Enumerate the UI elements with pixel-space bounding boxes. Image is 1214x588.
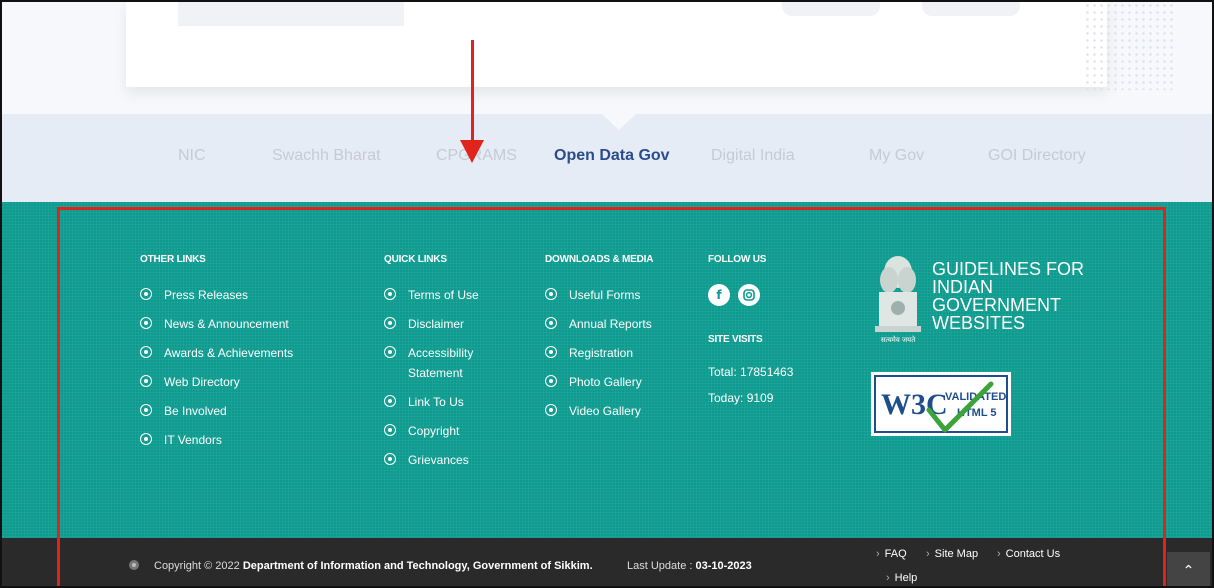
strip-notch: [602, 114, 636, 130]
copyright-text: Copyright © 2022 Department of Informati…: [154, 560, 593, 572]
external-links-strip: NIC Swachh Bharat CPGRAMS Open Data Gov …: [2, 114, 1212, 202]
radio-bullet-icon: [384, 395, 396, 407]
content-card: [126, 2, 1107, 87]
radio-bullet-icon: [140, 346, 152, 358]
total-visits: Total: 17851463: [708, 365, 794, 379]
radio-bullet-icon: [140, 433, 152, 445]
other-links-heading: OTHER LINKS: [140, 254, 206, 265]
radio-bullet-icon: [140, 317, 152, 329]
w3c-validated-badge[interactable]: W3C VALIDATED HTML 5: [871, 372, 1011, 436]
card-button-placeholder: [922, 2, 1020, 16]
footer-bottom-bar: Copyright © 2022 Department of Informati…: [2, 538, 1212, 586]
follow-us-heading: FOLLOW US: [708, 254, 767, 265]
card-placeholder: [178, 2, 404, 26]
chevron-up-icon: ⌃: [1182, 563, 1195, 579]
footer-link-be-involved[interactable]: Be Involved: [140, 404, 293, 418]
footer-link-help[interactable]: › Help: [886, 572, 917, 584]
guidelines-line: GUIDELINES FOR: [932, 259, 1085, 279]
strip-link-nic[interactable]: NIC: [178, 147, 206, 165]
guidelines-link[interactable]: GUIDELINES FOR INDIAN GOVERNMENT WEBSITE…: [932, 260, 1092, 332]
radio-bullet-icon: [384, 346, 396, 358]
footer-link-news[interactable]: News & Announcement: [140, 317, 293, 331]
decorative-dots: [1084, 2, 1174, 90]
radio-bullet-icon: [384, 453, 396, 465]
annotation-arrow-head-icon: [460, 140, 484, 163]
downloads-heading: DOWNLOADS & MEDIA: [545, 254, 654, 265]
strip-link-goi-directory[interactable]: GOI Directory: [988, 147, 1086, 165]
footer-link-awards[interactable]: Awards & Achievements: [140, 346, 293, 360]
radio-bullet-icon: [140, 288, 152, 300]
instagram-icon[interactable]: [738, 284, 760, 306]
national-emblem-icon: सत्यमेव जयते: [869, 254, 927, 350]
chevron-right-icon: ›: [926, 548, 930, 560]
site-visits-heading: SITE VISITS: [708, 334, 763, 345]
chevron-right-icon: ›: [886, 572, 890, 584]
radio-bullet-icon: [384, 288, 396, 300]
radio-bullet-icon: [384, 317, 396, 329]
radio-bullet-icon: [545, 346, 557, 358]
footer-link-contact-us[interactable]: › Contact Us: [997, 548, 1060, 560]
facebook-icon[interactable]: f: [708, 284, 730, 306]
strip-link-open-data-gov[interactable]: Open Data Gov: [554, 147, 670, 165]
radio-bullet-icon: [384, 424, 396, 436]
footer-link-copyright[interactable]: Copyright: [384, 424, 504, 438]
annotation-arrow-icon: [471, 40, 474, 150]
other-links-list: Press Releases News & Announcement Award…: [140, 288, 293, 462]
content-area: [2, 2, 1212, 114]
screenshot-frame: NIC Swachh Bharat CPGRAMS Open Data Gov …: [0, 0, 1214, 588]
quick-links-heading: QUICK LINKS: [384, 254, 447, 265]
strip-link-digital-india[interactable]: Digital India: [711, 147, 795, 165]
svg-text:W3C: W3C: [881, 388, 948, 421]
strip-link-swachh-bharat[interactable]: Swachh Bharat: [272, 147, 381, 165]
footer-link-disclaimer[interactable]: Disclaimer: [384, 317, 504, 331]
footer-link-web-directory[interactable]: Web Directory: [140, 375, 293, 389]
footer-link-accessibility[interactable]: Accessibility Statement: [384, 343, 504, 383]
card-button-placeholder: [782, 2, 880, 16]
radio-bullet-icon: [545, 375, 557, 387]
footer-link-grievances[interactable]: Grievances: [384, 453, 504, 467]
radio-bullet-icon: [545, 404, 557, 416]
radio-bullet-icon: [545, 288, 557, 300]
footer-link-useful-forms[interactable]: Useful Forms: [545, 288, 652, 302]
radio-bullet-icon: [140, 404, 152, 416]
site-footer: OTHER LINKS Press Releases News & Announ…: [2, 202, 1212, 538]
footer-link-it-vendors[interactable]: IT Vendors: [140, 433, 293, 447]
today-visits: Today: 9109: [708, 391, 774, 405]
radio-bullet-icon: [140, 375, 152, 387]
footer-link-video-gallery[interactable]: Video Gallery: [545, 404, 652, 418]
guidelines-line: GOVERNMENT: [932, 295, 1062, 315]
downloads-list: Useful Forms Annual Reports Registration…: [545, 288, 652, 433]
footer-link-press-releases[interactable]: Press Releases: [140, 288, 293, 302]
footer-link-terms[interactable]: Terms of Use: [384, 288, 504, 302]
footer-link-photo-gallery[interactable]: Photo Gallery: [545, 375, 652, 389]
footer-link-site-map[interactable]: › Site Map: [926, 548, 978, 560]
footer-link-annual-reports[interactable]: Annual Reports: [545, 317, 652, 331]
chevron-right-icon: ›: [997, 548, 1001, 560]
guidelines-line: WEBSITES: [932, 313, 1026, 333]
radio-bullet-icon: [545, 317, 557, 329]
sikkim-emblem-icon: [128, 557, 140, 571]
last-update: Last Update : 03-10-2023: [627, 560, 752, 572]
quick-links-list: Terms of Use Disclaimer Accessibility St…: [384, 288, 504, 482]
guidelines-line: INDIAN: [932, 277, 994, 297]
strip-link-my-gov[interactable]: My Gov: [869, 147, 924, 165]
scroll-to-top-button[interactable]: ⌃: [1167, 552, 1210, 586]
footer-link-faq[interactable]: › FAQ: [876, 548, 907, 560]
emblem-caption: सत्यमेव जयते: [880, 336, 916, 344]
footer-link-link-to-us[interactable]: Link To Us: [384, 395, 504, 409]
footer-link-registration[interactable]: Registration: [545, 346, 652, 360]
chevron-right-icon: ›: [876, 548, 880, 560]
